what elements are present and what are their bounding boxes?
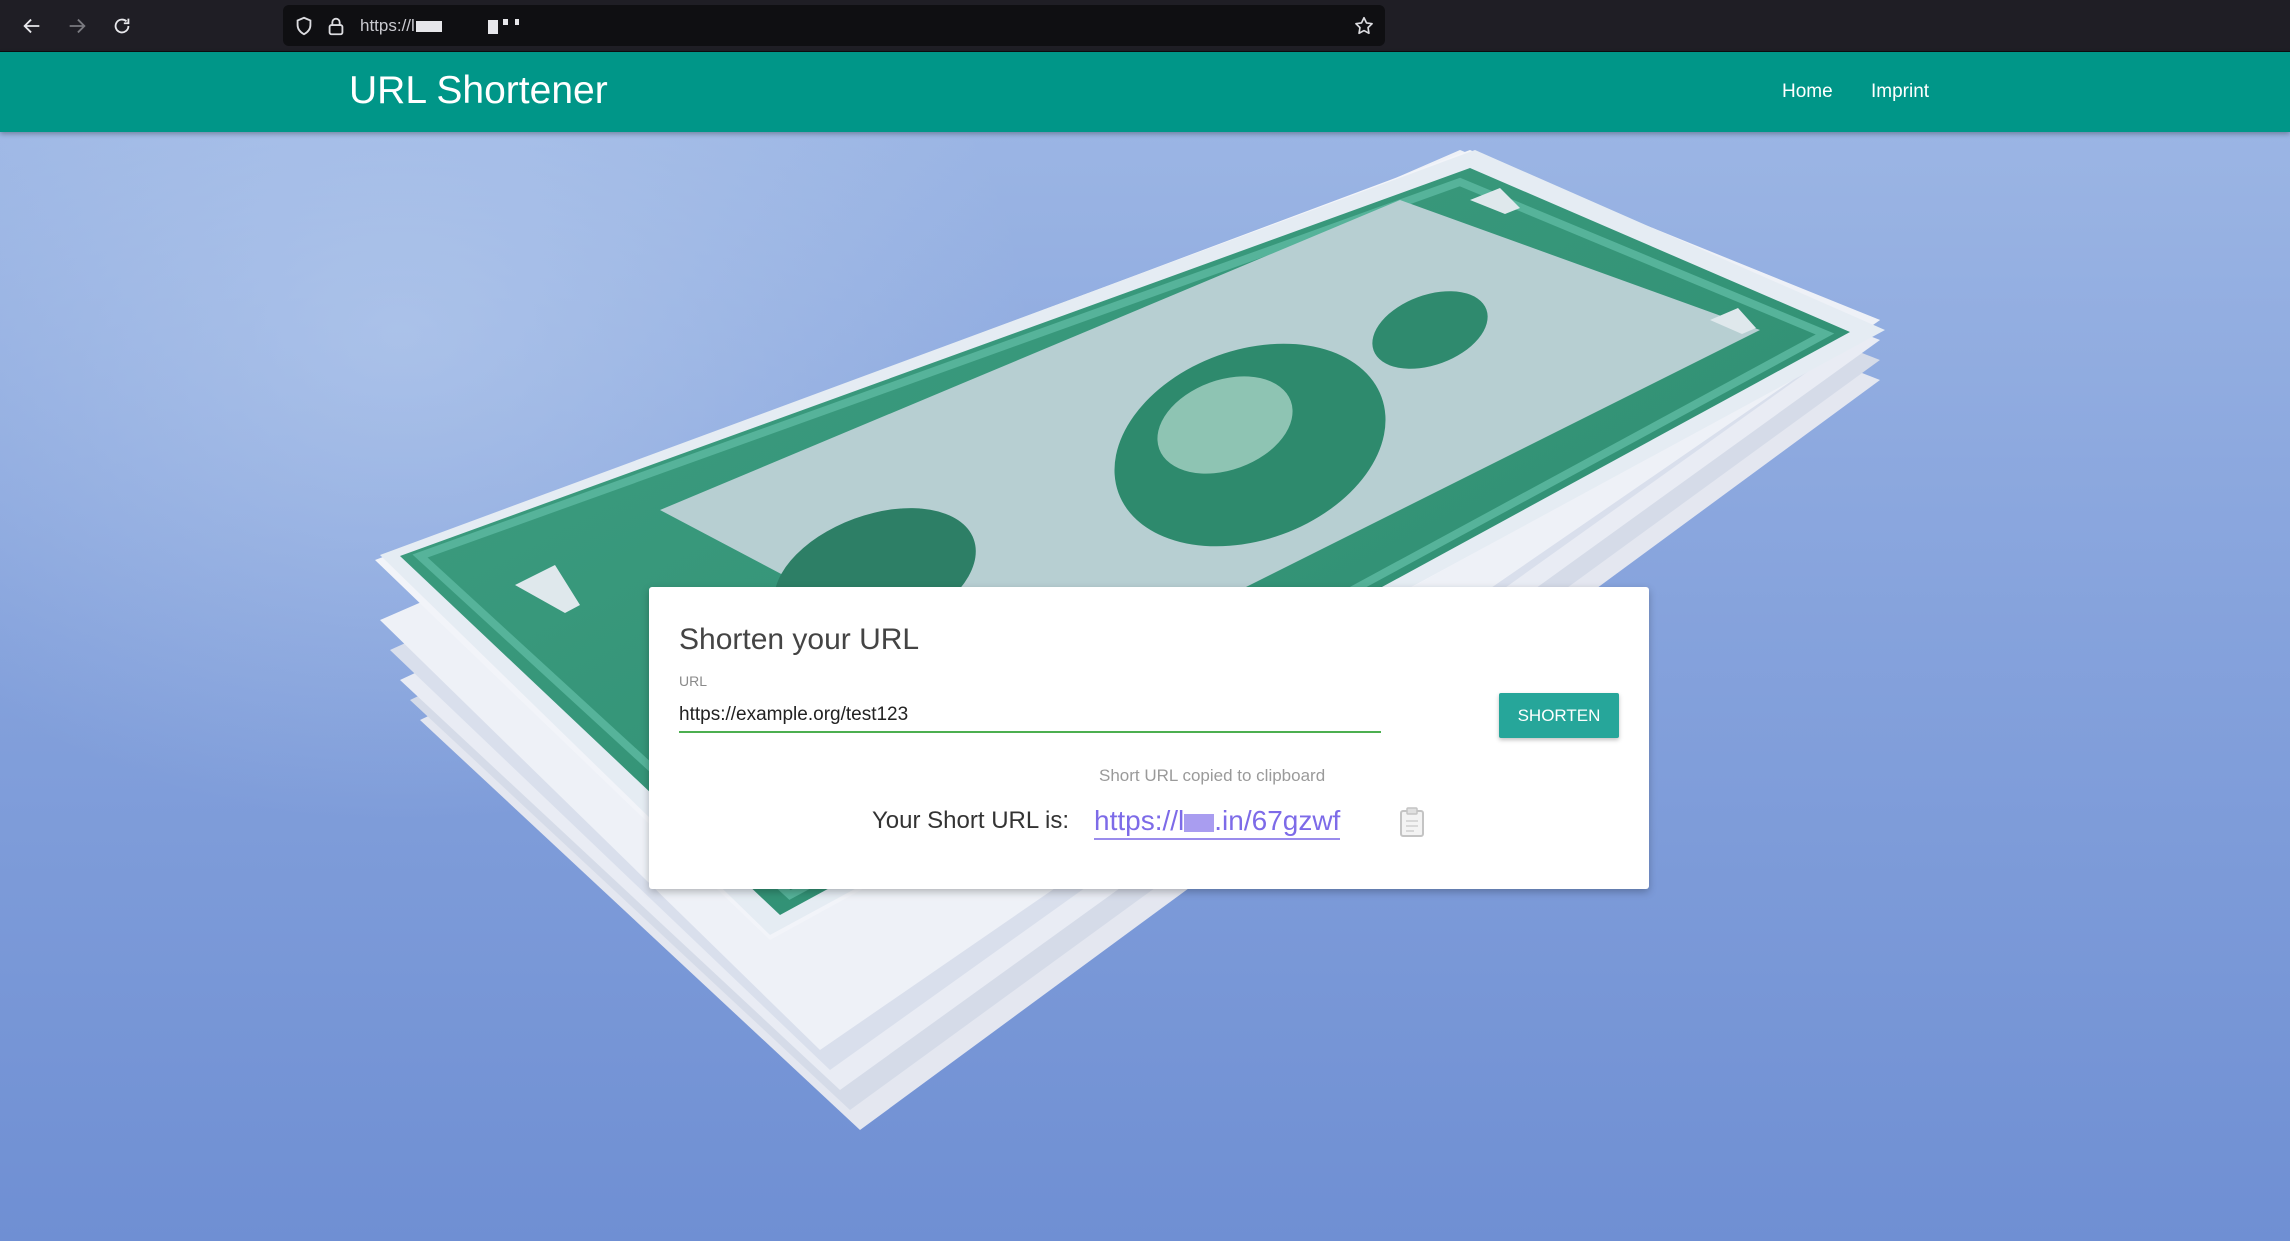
- redacted-domain-block: [487, 19, 498, 34]
- app-navbar: URL Shortener Home Imprint: [0, 52, 2290, 132]
- short-url-label: Your Short URL is:: [872, 807, 1069, 834]
- forward-button[interactable]: [60, 10, 94, 42]
- back-button[interactable]: [15, 10, 49, 42]
- star-icon[interactable]: [1353, 15, 1375, 37]
- url-prefix: https://l: [360, 16, 415, 35]
- clipboard-icon[interactable]: [1399, 807, 1425, 837]
- redacted-domain-block: [415, 21, 442, 33]
- copied-status-text: Short URL copied to clipboard: [1099, 766, 1326, 785]
- shorten-button[interactable]: SHORTEN: [1499, 693, 1619, 738]
- short-url-link[interactable]: https://l .in/67gzwf: [1094, 805, 1341, 840]
- lock-icon: [328, 17, 344, 36]
- reload-icon: [114, 18, 130, 34]
- arrow-right-icon: [69, 18, 86, 34]
- redacted-domain-block: [502, 19, 508, 25]
- address-bar[interactable]: https://l: [283, 5, 1385, 46]
- browser-toolbar: https://l: [0, 0, 2290, 52]
- address-text: https://l: [360, 15, 519, 37]
- short-url-suffix: .in/67gzwf: [1214, 805, 1341, 836]
- redacted-domain-block: [1184, 813, 1215, 832]
- shield-icon: [296, 16, 312, 36]
- card-title: Shorten your URL: [679, 623, 920, 656]
- url-input[interactable]: [679, 699, 1381, 733]
- arrow-left-icon: [23, 18, 40, 34]
- reload-button[interactable]: [105, 10, 139, 42]
- redacted-domain-block: [514, 19, 519, 25]
- brand-logo[interactable]: URL Shortener: [349, 68, 608, 114]
- shorten-card: Shorten your URL URL SHORTEN Short URL c…: [649, 587, 1649, 889]
- nav-imprint-link[interactable]: Imprint: [1871, 81, 1929, 103]
- short-url-prefix: https://l: [1094, 805, 1185, 836]
- url-field-label: URL: [679, 673, 708, 689]
- nav-home-link[interactable]: Home: [1782, 81, 1833, 103]
